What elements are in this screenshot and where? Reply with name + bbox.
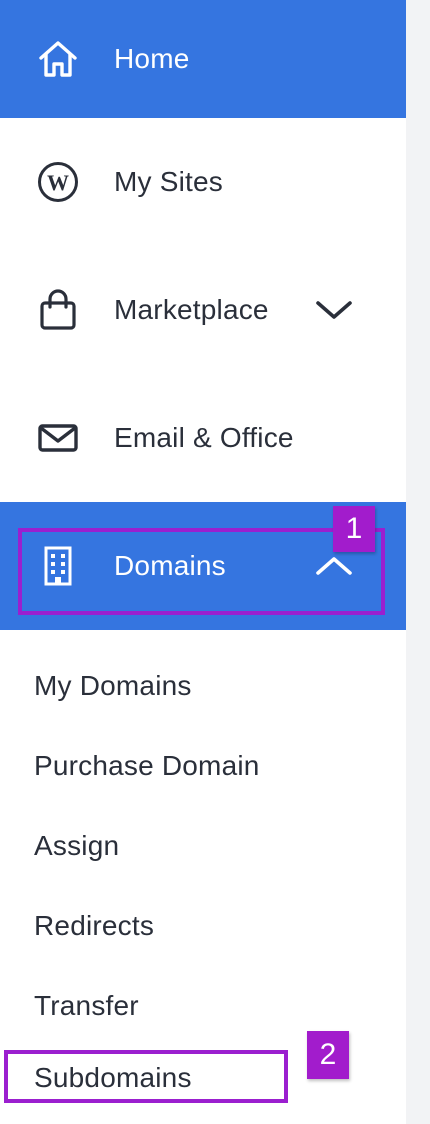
shopping-bag-icon	[36, 288, 80, 332]
envelope-icon	[36, 416, 80, 460]
nav-label-marketplace: Marketplace	[114, 294, 269, 325]
nav-item-marketplace[interactable]: Marketplace	[0, 251, 406, 369]
submenu-item-assign[interactable]: Assign	[34, 830, 119, 862]
submenu-item-transfer[interactable]: Transfer	[34, 990, 139, 1022]
chevron-down-icon[interactable]	[312, 288, 356, 332]
svg-text:W: W	[47, 170, 69, 195]
submenu-item-redirects[interactable]: Redirects	[34, 910, 154, 942]
submenu-item-subdomains[interactable]: Subdomains	[34, 1062, 192, 1094]
nav-label-email-office: Email & Office	[114, 422, 294, 453]
annotation-badge-2: 2	[307, 1031, 349, 1079]
wordpress-icon: W	[36, 160, 80, 204]
annotation-badge-1: 1	[333, 506, 375, 552]
sidebar-nav: Home W My Sites Marketplace Email & Offi…	[0, 0, 406, 1124]
nav-item-home[interactable]: Home	[0, 0, 406, 118]
page: Home W My Sites Marketplace Email & Offi…	[0, 0, 430, 1124]
nav-item-my-sites[interactable]: W My Sites	[0, 123, 406, 241]
submenu-item-my-domains[interactable]: My Domains	[34, 670, 192, 702]
building-icon	[36, 544, 80, 588]
nav-item-email-office[interactable]: Email & Office	[0, 379, 406, 497]
nav-label-home: Home	[114, 43, 190, 74]
content-edge	[406, 0, 430, 1124]
nav-label-my-sites: My Sites	[114, 166, 223, 197]
nav-label-domains: Domains	[114, 550, 226, 581]
submenu-item-purchase-domain[interactable]: Purchase Domain	[34, 750, 260, 782]
home-icon	[36, 37, 80, 81]
